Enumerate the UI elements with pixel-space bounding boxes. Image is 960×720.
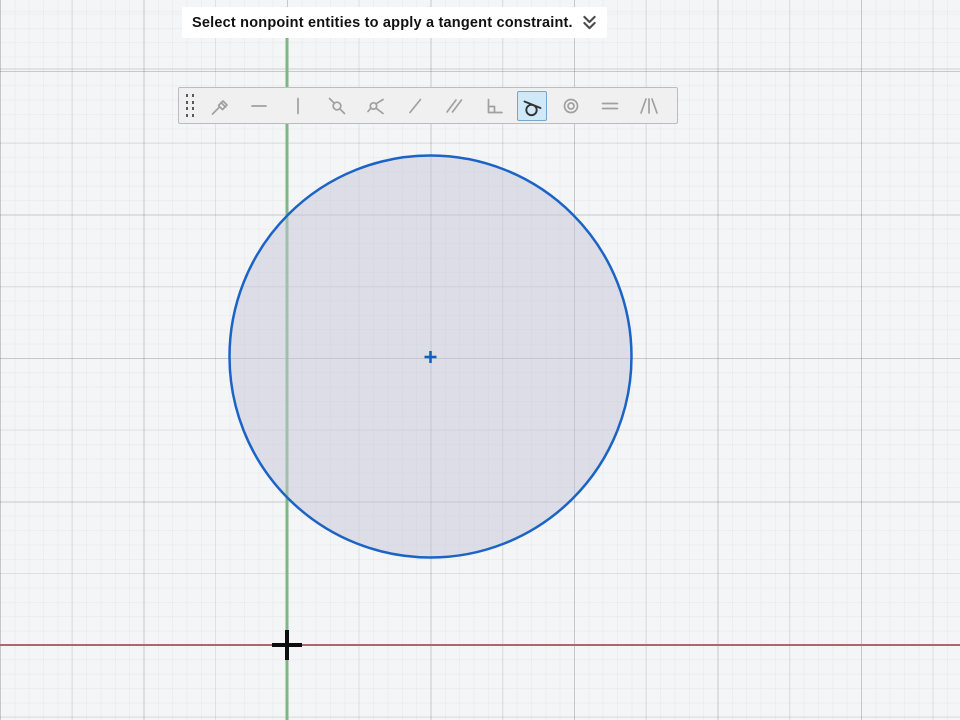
symmetry-icon [638,95,660,117]
concentric-constraint-button[interactable] [556,91,586,121]
hint-message-bar: Select nonpoint entities to apply a tang… [182,7,607,38]
horizontal-line-icon [248,95,270,117]
grip-dots-icon[interactable] [184,93,196,119]
slash-line-icon [404,95,426,117]
symmetric-constraint-button[interactable] [634,91,664,121]
parallel-lines-icon [443,95,465,117]
double-chevron-down-icon[interactable] [582,14,597,31]
equal-constraint-button[interactable] [595,91,625,121]
crosshair-cursor [272,630,302,660]
midpoint-icon [365,95,387,117]
horizontal-constraint-button[interactable] [244,91,274,121]
pin-icon [209,95,231,117]
equal-sign-icon [599,95,621,117]
vertical-constraint-button[interactable] [283,91,313,121]
perpendicular-constraint-button[interactable] [478,91,508,121]
vertical-line-icon [287,95,309,117]
coincident-icon [326,95,348,117]
tangent-constraint-button[interactable] [517,91,547,121]
fix-constraint-button[interactable] [205,91,235,121]
perpendicular-icon [482,95,504,117]
concentric-circles-icon [560,95,582,117]
parallel-constraint-button[interactable] [439,91,469,121]
coincident-constraint-button[interactable] [322,91,352,121]
constraints-toolbar [178,87,678,124]
collinear-constraint-button[interactable] [400,91,430,121]
hint-message-text: Select nonpoint entities to apply a tang… [192,15,573,31]
midpoint-constraint-button[interactable] [361,91,391,121]
tangent-icon [521,95,543,117]
